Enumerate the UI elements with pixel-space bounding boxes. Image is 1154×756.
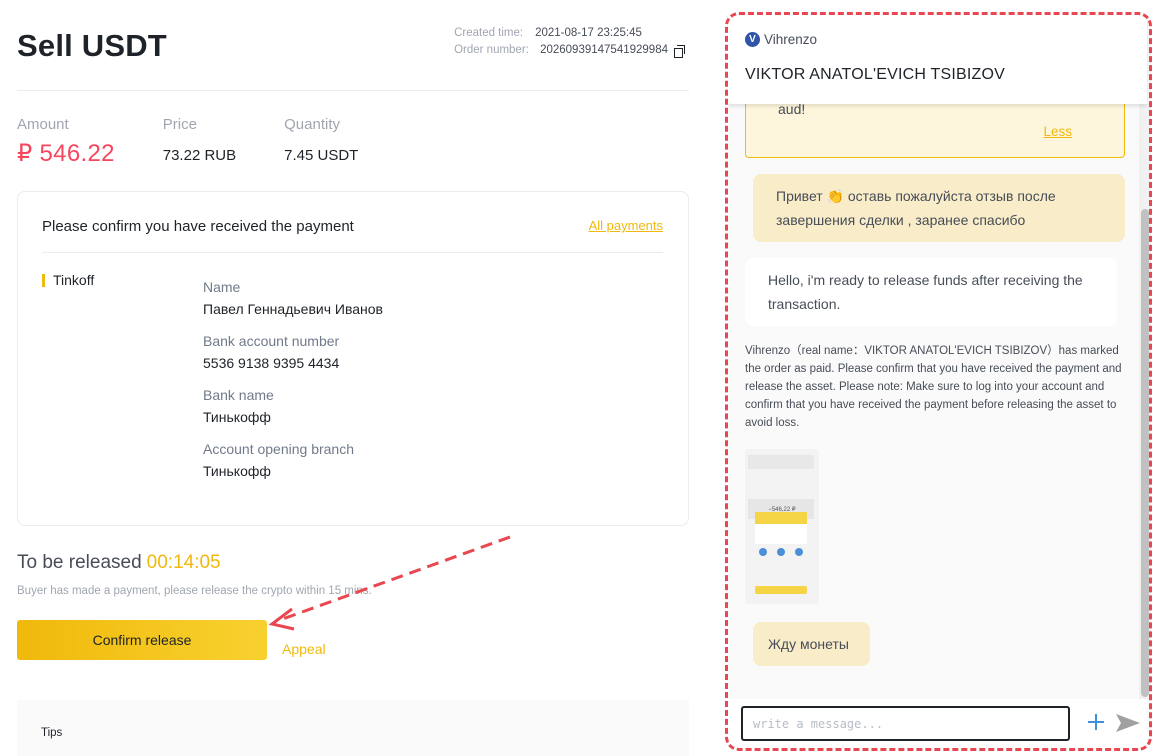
- field-value: Тинькофф: [203, 409, 271, 425]
- confirm-release-button[interactable]: Confirm release: [17, 620, 267, 660]
- thumb-action-icon: [777, 548, 785, 556]
- payment-screenshot-image[interactable]: −546,22 ₽: [745, 449, 819, 604]
- release-note: Buyer has made a payment, please release…: [17, 585, 372, 597]
- order-number-value: 20260939147541929984: [540, 44, 668, 56]
- amount-label: Amount: [17, 116, 69, 133]
- message-input[interactable]: [741, 706, 1070, 741]
- counterparty-nickname[interactable]: V Vihrenzo: [745, 32, 817, 47]
- order-stats: Amount ₽ 546.22 Price 73.22 RUB Quantity…: [17, 116, 406, 168]
- field-branch: Account opening branch Тинькофф: [203, 440, 383, 480]
- field-label: Name: [203, 279, 241, 295]
- field-value: 5536 9138 9395 4434: [203, 355, 340, 371]
- payment-card-heading: Please confirm you have received the pay…: [42, 218, 354, 235]
- release-timer: 00:14:05: [146, 552, 221, 573]
- chat-messages: aud! Less Привет 👏 оставь пожалуйста отз…: [728, 94, 1147, 699]
- quantity-stat: Quantity 7.45 USDT: [284, 116, 358, 168]
- payment-card: Please confirm you have received the pay…: [17, 191, 689, 526]
- price-stat: Price 73.22 RUB: [163, 116, 236, 168]
- page-title: Sell USDT: [17, 28, 167, 63]
- amount-stat: Amount ₽ 546.22: [17, 116, 115, 168]
- notice-less-link[interactable]: Less: [1043, 124, 1072, 139]
- order-meta: Created time: 2021-08-17 23:25:45 Order …: [454, 25, 685, 59]
- created-time-label: Created time:: [454, 27, 524, 39]
- card-divider: [42, 252, 663, 253]
- created-time-row: Created time: 2021-08-17 23:25:45: [454, 25, 685, 42]
- field-value: Павел Геннадьевич Иванов: [203, 301, 383, 317]
- created-time-value: 2021-08-17 23:25:45: [535, 27, 642, 39]
- price-label: Price: [162, 116, 197, 133]
- thumb-yellow-band: [755, 512, 807, 524]
- field-name: Name Павел Геннадьевич Иванов: [203, 278, 383, 318]
- verified-badge-icon: V: [745, 32, 760, 47]
- field-label: Bank account number: [203, 333, 340, 349]
- tips-section: Tips: [17, 700, 689, 756]
- chat-panel: V Vihrenzo VIKTOR ANATOL'EVICH TSIBIZOV …: [728, 12, 1151, 750]
- chat-input-area: [728, 699, 1147, 750]
- message-bubble-counterparty: Жду монеты: [753, 622, 870, 666]
- message-bubble-counterparty: Привет 👏 оставь пожалуйста отзыв после з…: [753, 174, 1125, 242]
- all-payments-link[interactable]: All payments: [589, 218, 663, 233]
- order-number-label: Order number:: [454, 44, 529, 56]
- quantity-value: 7.45 USDT: [284, 147, 359, 164]
- payment-method-tab[interactable]: Tinkoff: [42, 272, 94, 288]
- tips-label: Tips: [41, 727, 63, 739]
- counterparty-real-name: VIKTOR ANATOL'EVICH TSIBIZOV: [745, 66, 1005, 83]
- thumb-white-card: [755, 524, 807, 544]
- nickname-text: Vihrenzo: [764, 32, 818, 47]
- attach-plus-icon[interactable]: [1087, 713, 1105, 731]
- header-divider: [17, 90, 689, 91]
- field-bank-name: Bank name Тинькофф: [203, 386, 383, 426]
- order-number-row: Order number: 20260939147541929984: [454, 42, 685, 59]
- thumb-button: [755, 586, 807, 594]
- send-icon[interactable]: [1116, 713, 1140, 733]
- amount-value: ₽ 546.22: [17, 140, 115, 167]
- copy-icon[interactable]: [674, 44, 685, 58]
- system-message: Vihrenzo（real name：VIKTOR ANATOL'EVICH T…: [745, 345, 1122, 429]
- field-bank-account: Bank account number 5536 9138 9395 4434: [203, 332, 383, 372]
- message-bubble-self: Hello, i'm ready to release funds after …: [745, 258, 1117, 326]
- payment-fields: Name Павел Геннадьевич Иванов Bank accou…: [203, 278, 383, 494]
- price-value: 73.22 RUB: [162, 147, 237, 164]
- order-panel: Sell USDT Created time: 2021-08-17 23:25…: [17, 0, 689, 756]
- thumb-action-icon: [759, 548, 767, 556]
- quantity-label: Quantity: [284, 116, 340, 133]
- chat-header: V Vihrenzo VIKTOR ANATOL'EVICH TSIBIZOV: [728, 12, 1147, 104]
- release-status: To be released 00:14:05: [17, 552, 221, 574]
- field-label: Bank name: [203, 387, 274, 403]
- appeal-link[interactable]: Appeal: [282, 641, 326, 657]
- thumb-action-icon: [795, 548, 803, 556]
- thumb-header: [748, 455, 814, 469]
- field-value: Тинькофф: [203, 463, 271, 479]
- field-label: Account opening branch: [203, 441, 354, 457]
- release-label: To be released: [17, 552, 142, 573]
